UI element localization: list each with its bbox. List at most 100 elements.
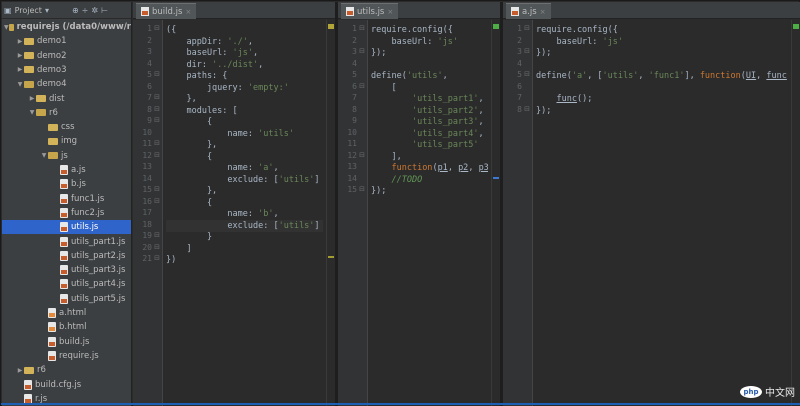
close-tab-icon[interactable]: × xyxy=(185,8,191,16)
code-token: }); xyxy=(536,48,552,58)
fold-marker-icon[interactable]: ⊟ xyxy=(154,93,160,101)
tree-file-item[interactable]: utils_part2.js xyxy=(2,249,131,263)
project-panel-title[interactable]: Project xyxy=(15,6,42,15)
expand-arrow-icon[interactable]: ▶ xyxy=(16,38,24,45)
tree-folder-item[interactable]: ▶ demo2 xyxy=(2,49,131,63)
fold-marker-icon[interactable]: ⊟ xyxy=(154,105,160,113)
dropdown-icon[interactable]: ▾ xyxy=(45,6,49,15)
tree-folder-item[interactable]: ▶ demo1 xyxy=(2,34,131,48)
editor-scrollbar[interactable] xyxy=(491,20,500,406)
hide-panel-icon[interactable]: ⊢ xyxy=(101,6,108,15)
tree-folder-item[interactable]: ▼ demo4 xyxy=(2,77,131,91)
code-token: , xyxy=(247,36,254,47)
tree-folder-item[interactable]: ▶ r6 xyxy=(2,363,131,377)
todo-marker[interactable] xyxy=(493,177,499,179)
js-file-icon xyxy=(60,250,68,261)
fold-marker-icon[interactable]: ⊟ xyxy=(359,47,365,55)
tree-file-item[interactable]: func2.js xyxy=(2,206,131,220)
tree-folder-item[interactable]: ▼ js xyxy=(2,149,131,163)
fold-marker-icon[interactable]: ⊟ xyxy=(154,254,160,262)
code-area[interactable]: require.config({ baseUrl: 'js'}); define(… xyxy=(371,20,488,406)
tree-file-item[interactable]: require.js xyxy=(2,349,131,363)
fold-marker-icon[interactable]: ⊟ xyxy=(524,24,530,32)
expand-arrow-icon[interactable]: ▶ xyxy=(16,52,24,59)
inspection-status-icon[interactable] xyxy=(328,24,334,29)
fold-marker-icon[interactable]: ⊟ xyxy=(154,151,160,159)
fold-marker-icon[interactable]: ⊟ xyxy=(154,139,160,147)
fold-marker-icon[interactable]: ⊟ xyxy=(154,231,160,239)
code-area[interactable]: require.config({ baseUrl: 'js'}); define(… xyxy=(536,20,788,406)
line-number: 19 xyxy=(142,231,152,240)
expand-arrow-icon[interactable]: ▶ xyxy=(28,95,36,102)
editor-tab[interactable]: utils.js × xyxy=(341,3,399,19)
tree-file-item[interactable]: func1.js xyxy=(2,192,131,206)
inspection-status-icon[interactable] xyxy=(493,24,499,29)
expand-arrow-icon[interactable]: ▶ xyxy=(16,66,24,73)
fold-marker-icon[interactable]: ⊟ xyxy=(154,185,160,193)
warning-marker[interactable] xyxy=(328,256,334,258)
fold-marker-icon[interactable]: ⊟ xyxy=(154,70,160,78)
tree-file-item[interactable]: a.html xyxy=(2,306,131,320)
editor-tab[interactable]: a.js × xyxy=(506,3,551,19)
settings-gear-icon[interactable]: ✲ xyxy=(91,6,98,15)
line-number: 6 xyxy=(147,81,152,91)
folder-icon xyxy=(8,23,14,31)
line-number: 8 xyxy=(352,104,357,114)
collapse-arrow-icon[interactable]: ▼ xyxy=(16,81,24,88)
expand-arrow-icon[interactable]: ▶ xyxy=(16,367,24,374)
tree-file-item[interactable]: utils_part3.js xyxy=(2,263,131,277)
fold-marker-icon[interactable]: ⊟ xyxy=(359,24,365,32)
editor-tab[interactable]: build.js × xyxy=(136,3,197,19)
editor-a-js[interactable]: a.js × 1 ⊟ 2 3 ⊟ 4 5 ⊟ 6 7 8 ⊟ require.config({ baseUr… xyxy=(503,2,800,406)
editor-scrollbar[interactable] xyxy=(791,20,800,406)
tree-folder-item[interactable]: img xyxy=(2,134,131,148)
fold-marker-icon[interactable]: ⊟ xyxy=(154,24,160,32)
tree-file-item[interactable]: build.js xyxy=(2,335,131,349)
tree-file-item[interactable]: build.cfg.js xyxy=(2,378,131,392)
tree-file-item[interactable]: b.html xyxy=(2,320,131,334)
fold-marker-icon[interactable]: ⊟ xyxy=(524,47,530,55)
code-line: }); xyxy=(371,185,386,197)
code-line: exclude: ['utils'] xyxy=(166,174,319,186)
code-token: }); xyxy=(371,48,387,58)
project-view-icon[interactable]: ▣ xyxy=(4,6,12,15)
tree-file-item[interactable]: b.js xyxy=(2,177,131,191)
tree-file-item[interactable]: utils.js xyxy=(2,220,131,235)
tree-folder-item[interactable]: ▼ requirejs (/data0/www/r xyxy=(2,20,131,34)
code-area[interactable]: ({ appDir: './', baseUrl: 'js', dir: '..… xyxy=(166,20,323,406)
fold-marker-icon[interactable]: ⊟ xyxy=(524,70,530,78)
line-number: 1 xyxy=(147,24,152,33)
close-tab-icon[interactable]: × xyxy=(540,8,546,16)
tree-file-item[interactable]: utils_part4.js xyxy=(2,277,131,291)
tree-file-item[interactable]: a.js xyxy=(2,163,131,177)
tree-file-item[interactable]: utils_part5.js xyxy=(2,292,131,306)
sync-icon[interactable]: ⊕ xyxy=(72,6,79,15)
fold-marker-icon[interactable]: ⊟ xyxy=(359,82,365,90)
tree-file-item[interactable]: utils_part1.js xyxy=(2,235,131,249)
tree-item-label: js xyxy=(61,150,68,161)
editor-scrollbar[interactable] xyxy=(326,20,335,406)
tree-folder-item[interactable]: css xyxy=(2,120,131,134)
inspection-status-icon[interactable] xyxy=(793,24,799,29)
collapse-arrow-icon[interactable]: ▼ xyxy=(40,152,48,159)
fold-marker-icon[interactable]: ⊟ xyxy=(154,243,160,251)
editor-build-js[interactable]: build.js × 1 ⊟ 2 3 4 5 ⊟ 6 7 ⊟ 8 ⊟ 9 ⊟ 10 11 ⊟ 12 ⊟ 13 14 15 ⊟ 16… xyxy=(133,2,335,406)
fold-marker-icon[interactable]: ⊟ xyxy=(359,151,365,159)
fold-marker-icon[interactable]: ⊟ xyxy=(154,116,160,124)
js-file-icon xyxy=(24,379,32,390)
collapse-arrow-icon[interactable]: ▼ xyxy=(28,109,36,116)
code-token: 'utils' xyxy=(602,71,639,81)
tree-folder-item[interactable]: ▶ demo3 xyxy=(2,63,131,77)
fold-marker-icon[interactable]: ⊟ xyxy=(154,197,160,205)
close-tab-icon[interactable]: × xyxy=(387,8,393,16)
code-line: name: 'a', xyxy=(166,162,279,174)
fold-marker-icon[interactable]: ⊟ xyxy=(524,105,530,113)
collapse-arrow-icon[interactable]: ▼ xyxy=(4,24,9,31)
editor-utils-js[interactable]: utils.js × 1 ⊟ 2 3 ⊟ 4 5 6 ⊟ 7 8 9 10 11 12 ⊟ 13 14 15 ⊟ requi… xyxy=(338,2,500,406)
fold-marker-icon[interactable]: ⊟ xyxy=(359,185,365,193)
collapse-icon[interactable]: ÷ xyxy=(82,6,89,15)
tree-folder-item[interactable]: ▶ dist xyxy=(2,92,131,106)
code-token: , xyxy=(273,163,279,173)
tree-folder-item[interactable]: ▼ r6 xyxy=(2,106,131,120)
